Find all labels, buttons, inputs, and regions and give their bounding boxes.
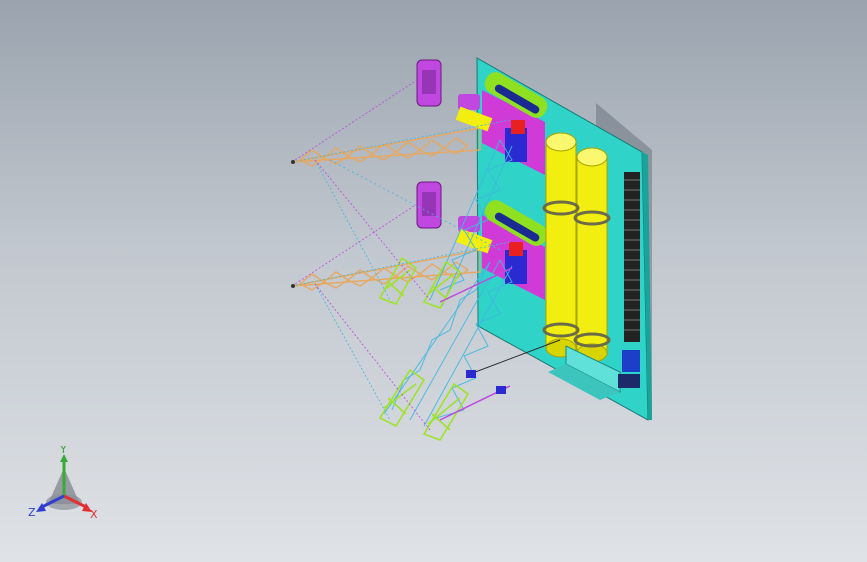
boom-upper[interactable] [291, 127, 481, 167]
hub-upper [511, 120, 525, 134]
connector-a [466, 370, 476, 378]
terminal-strip [624, 172, 640, 342]
cad-viewport[interactable]: Y X Z [0, 0, 867, 562]
triad-x-label: X [90, 508, 98, 521]
boom-tip-lower [291, 284, 295, 288]
orientation-triad[interactable]: Y X Z [26, 443, 102, 522]
boom-tip-upper [291, 160, 295, 164]
counterweight-upper[interactable] [416, 59, 442, 107]
hub-lower [509, 242, 523, 256]
connector-b [496, 386, 506, 394]
triad-y-label: Y [59, 446, 67, 456]
triad-z-label: Z [28, 506, 36, 519]
tank-right[interactable] [576, 147, 608, 363]
assembly-model[interactable] [0, 0, 867, 562]
counterweight-lower[interactable] [416, 181, 442, 229]
